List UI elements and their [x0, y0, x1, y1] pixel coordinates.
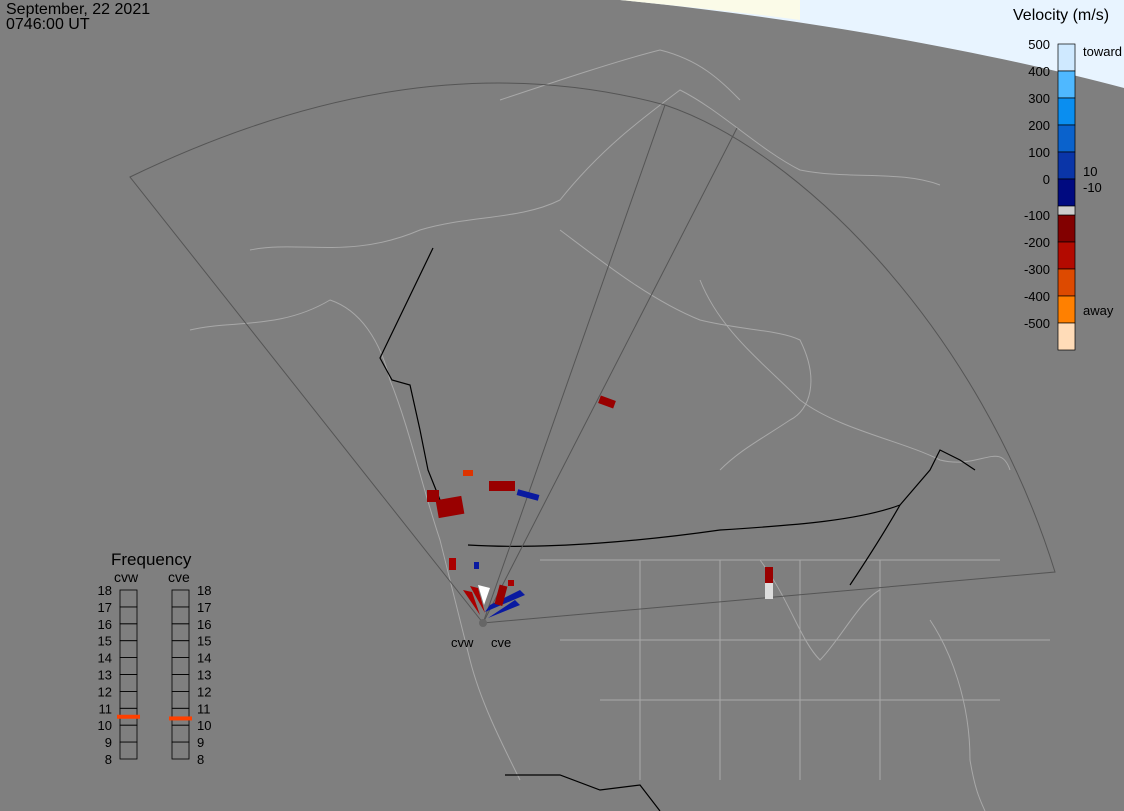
frequency-tick-left: 15 — [98, 634, 112, 649]
colorbar-segment — [1057, 241, 1076, 270]
radar-label-cve: cve — [491, 635, 511, 650]
frequency-tick-left: 14 — [98, 651, 112, 666]
frequency-cell — [119, 724, 138, 743]
frequency-cell — [171, 606, 190, 625]
frequency-title: Frequency — [111, 550, 192, 569]
frequency-cell — [119, 691, 138, 709]
colorbar-tick: 500 — [1028, 37, 1050, 52]
colorbar-tick: 200 — [1028, 118, 1050, 133]
frequency-tick-right: 18 — [197, 583, 211, 598]
frequency-tick-right: 10 — [197, 718, 211, 733]
colorbar-tick: 300 — [1028, 91, 1050, 106]
frequency-cell — [119, 674, 138, 692]
frequency-tick-left: 16 — [98, 617, 112, 632]
frequency-tick-left: 17 — [98, 600, 112, 615]
colorbar-inner-label: 10 — [1083, 164, 1097, 179]
frequency-tick-left: 12 — [98, 684, 112, 699]
frequency-cell — [119, 606, 138, 625]
frequency-cell — [119, 589, 138, 608]
frequency-tick-left: 18 — [98, 583, 112, 598]
colorbar-segment — [1057, 214, 1076, 243]
frequency-tick-right: 13 — [197, 668, 211, 683]
frequency-cell — [171, 724, 190, 743]
colorbar-tick: 100 — [1028, 145, 1050, 160]
colorbar-segment — [1057, 322, 1076, 351]
colorbar-ground-scatter — [1057, 205, 1076, 216]
colorbar-segment — [1057, 97, 1076, 126]
frequency-radar-cvw: cvw — [114, 569, 139, 585]
frequency-tick-right: 17 — [197, 600, 211, 615]
frequency-radar-cve: cve — [168, 569, 190, 585]
colorbar-title: Velocity (m/s) — [1013, 7, 1109, 24]
colorbar-tick: 400 — [1028, 64, 1050, 79]
frequency-cell — [171, 657, 190, 675]
frequency-tick-right: 15 — [197, 634, 211, 649]
frequency-marker-cvw — [117, 714, 140, 719]
colorbar-toward-label: toward — [1083, 44, 1122, 59]
frequency-tick-left: 13 — [98, 668, 112, 683]
frequency-cell — [171, 640, 190, 659]
frequency-cell — [119, 623, 138, 642]
frequency-tick-left: 8 — [105, 752, 112, 767]
frequency-tick-right: 14 — [197, 651, 211, 666]
colorbar-tick: -500 — [1024, 316, 1050, 331]
colorbar-away-label: away — [1083, 303, 1114, 318]
colorbar-segment — [1057, 70, 1076, 99]
colorbar-tick: -100 — [1024, 208, 1050, 223]
frequency-marker-cve — [169, 716, 192, 721]
radar-label-cvw: cvw — [451, 635, 474, 650]
frequency-cell — [171, 589, 190, 608]
colorbar-tick: -400 — [1024, 289, 1050, 304]
time-label: 0746:00 UT — [6, 16, 90, 33]
velocity-echoes — [427, 395, 773, 627]
colorbar-segment — [1057, 295, 1076, 324]
colorbar-segment — [1057, 178, 1076, 207]
colorbar-tick: -200 — [1024, 235, 1050, 250]
frequency-cell — [119, 640, 138, 659]
frequency-tick-left: 9 — [105, 735, 112, 750]
borders — [379, 247, 976, 811]
frequency-cell — [119, 657, 138, 675]
colorbar-inner-label: -10 — [1083, 180, 1102, 195]
frequency-tick-left: 10 — [98, 718, 112, 733]
frequency-tick-right: 9 — [197, 735, 204, 750]
colorbar-tick: 0 — [1043, 172, 1050, 187]
frequency-cell — [119, 741, 138, 760]
frequency-cell — [171, 741, 190, 760]
frequency-cell — [171, 674, 190, 692]
colorbar-segment — [1057, 151, 1076, 180]
frequency-panel: Frequency cvw cve 18 18 17 17 16 16 15 15 14 14 13… — [98, 550, 212, 767]
frequency-tick-right: 12 — [197, 684, 211, 699]
frequency-cell — [171, 623, 190, 642]
colorbar-segment — [1057, 43, 1076, 72]
colorbar-segment — [1057, 124, 1076, 153]
radar-map: cvw cve Velocity (m/s) 500 400 300 200 100 0 -… — [98, 0, 1124, 811]
frequency-tick-right: 11 — [197, 701, 211, 716]
frequency-tick-right: 16 — [197, 617, 211, 632]
frequency-tick-left: 11 — [99, 701, 113, 716]
frequency-tick-right: 8 — [197, 752, 204, 767]
coastlines — [189, 49, 1050, 811]
colorbar-tick: -300 — [1024, 262, 1050, 277]
frequency-cell — [171, 691, 190, 709]
colorbar-segment — [1057, 268, 1076, 297]
